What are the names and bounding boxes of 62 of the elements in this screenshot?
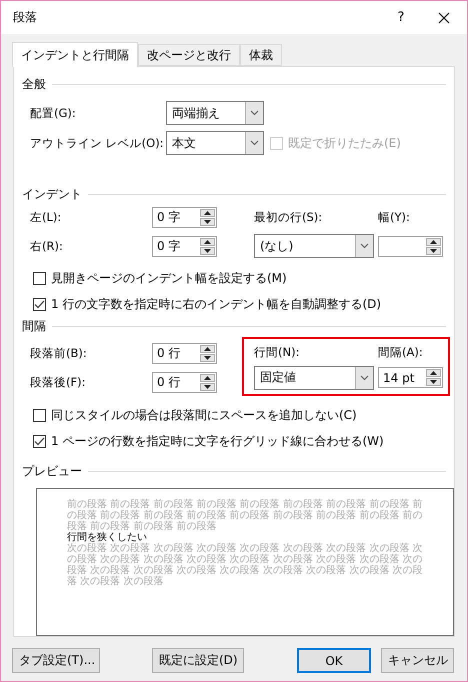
field-label: アウトライン レベル(O): <box>30 136 165 150</box>
section-title: 間隔 <box>22 318 46 334</box>
checkbox-label: 1 行の文字数を指定時に右のインデント幅を自動調整する(D) <box>51 296 382 313</box>
checkbox[interactable] <box>33 272 46 285</box>
spin-up-icon <box>204 347 211 351</box>
spin-down-icon <box>204 385 211 389</box>
checkbox-label: 既定で折りたたみ(E) <box>288 134 401 152</box>
field-label: 右(R): <box>30 238 64 254</box>
field-label: 左(L): <box>30 210 62 225</box>
spin-up-icon <box>204 376 211 380</box>
spin-up-icon <box>430 371 437 375</box>
spin-down-icon <box>204 356 211 360</box>
spin-down-icon <box>204 248 211 252</box>
close-icon <box>438 12 450 24</box>
spin-field[interactable]: 14 pt <box>378 367 443 388</box>
tab[interactable]: インデントと行間隔 <box>12 42 138 67</box>
chevron-down-icon <box>360 374 369 380</box>
checkbox-label: 1 ページの行数を指定時に文字を行グリッド線に合わせる(W) <box>51 433 384 450</box>
spin-up-icon <box>204 240 211 244</box>
dropdown[interactable]: (なし) <box>254 234 374 258</box>
dialog-button[interactable]: タブ設定(T)... <box>12 648 100 673</box>
dropdown[interactable]: 本文 <box>166 131 264 155</box>
spin-down-icon <box>430 248 437 252</box>
spin-down-icon <box>430 380 437 384</box>
help-button[interactable]: ? <box>381 2 421 34</box>
field-label: 配置(G): <box>30 106 77 120</box>
chevron-down-icon <box>250 140 259 146</box>
spin-field[interactable]: 0 行 <box>152 343 217 364</box>
section-title: 全般 <box>22 76 46 92</box>
tab[interactable]: 体裁 <box>240 44 282 66</box>
tab[interactable]: 改ページと改行 <box>138 44 240 66</box>
checkbox-label: 同じスタイルの場合は段落間にスペースを追加しない(C) <box>51 407 357 424</box>
dialog-button[interactable]: 既定に設定(D) <box>152 648 244 673</box>
section-title: インデント <box>22 186 82 202</box>
checkbox-label: 見開きページのインデント幅を設定する(M) <box>51 270 287 287</box>
spin-field[interactable]: 0 字 <box>152 236 217 256</box>
field-label: 段落後(F): <box>30 375 86 390</box>
dropdown[interactable]: 両端揃え <box>166 101 264 125</box>
spin-field[interactable]: 0 字 <box>152 207 217 228</box>
chevron-down-icon <box>250 110 259 116</box>
spin-field[interactable]: 0 行 <box>152 372 217 393</box>
dialog-button[interactable]: キャンセル <box>381 648 454 673</box>
preview-text: 前の段落 前の段落 前の段落 前の段落 前の段落 前の段落 前の段落 前の段落 前の段落 前の段落 前の段落 前の段落 前の段落 前の段落 前の段落 前の段落 前の段落 前の段落 前の段落 前の段落 <box>67 499 423 532</box>
checkbox[interactable] <box>33 409 46 422</box>
checkbox[interactable] <box>33 435 46 448</box>
checkbox[interactable] <box>33 298 46 311</box>
field-label: 行間(N): <box>254 344 300 360</box>
preview-text: 次の段落 次の段落 次の段落 次の段落 次の段落 次の段落 次の段落 次の段落 次の段落 次の段落 次の段落 次の段落 次の段落 次の段落 次の段落 次の段落 次の段落 次の段落 次の段落 次の段落 次の段落 次の段落 次の段落 次の段落 次の段落 次の段落 次の段落 <box>67 543 423 587</box>
field-label: 段落前(B): <box>30 346 88 361</box>
window-title: 段落 <box>13 9 38 26</box>
spin-up-icon <box>430 240 437 244</box>
spin-field[interactable] <box>378 236 443 256</box>
dropdown[interactable]: 固定値 <box>254 366 374 390</box>
field-label: 間隔(A): <box>378 344 424 360</box>
field-label: 幅(Y): <box>378 210 411 225</box>
spin-up-icon <box>204 211 211 215</box>
dialog-button[interactable]: OK <box>297 648 371 673</box>
field-label: 最初の行(S): <box>254 210 324 225</box>
chevron-down-icon <box>360 243 369 249</box>
spin-down-icon <box>204 220 211 224</box>
section-title: プレビュー <box>22 462 82 480</box>
preview-sample-text: 行間を狭くしたい <box>67 532 147 543</box>
